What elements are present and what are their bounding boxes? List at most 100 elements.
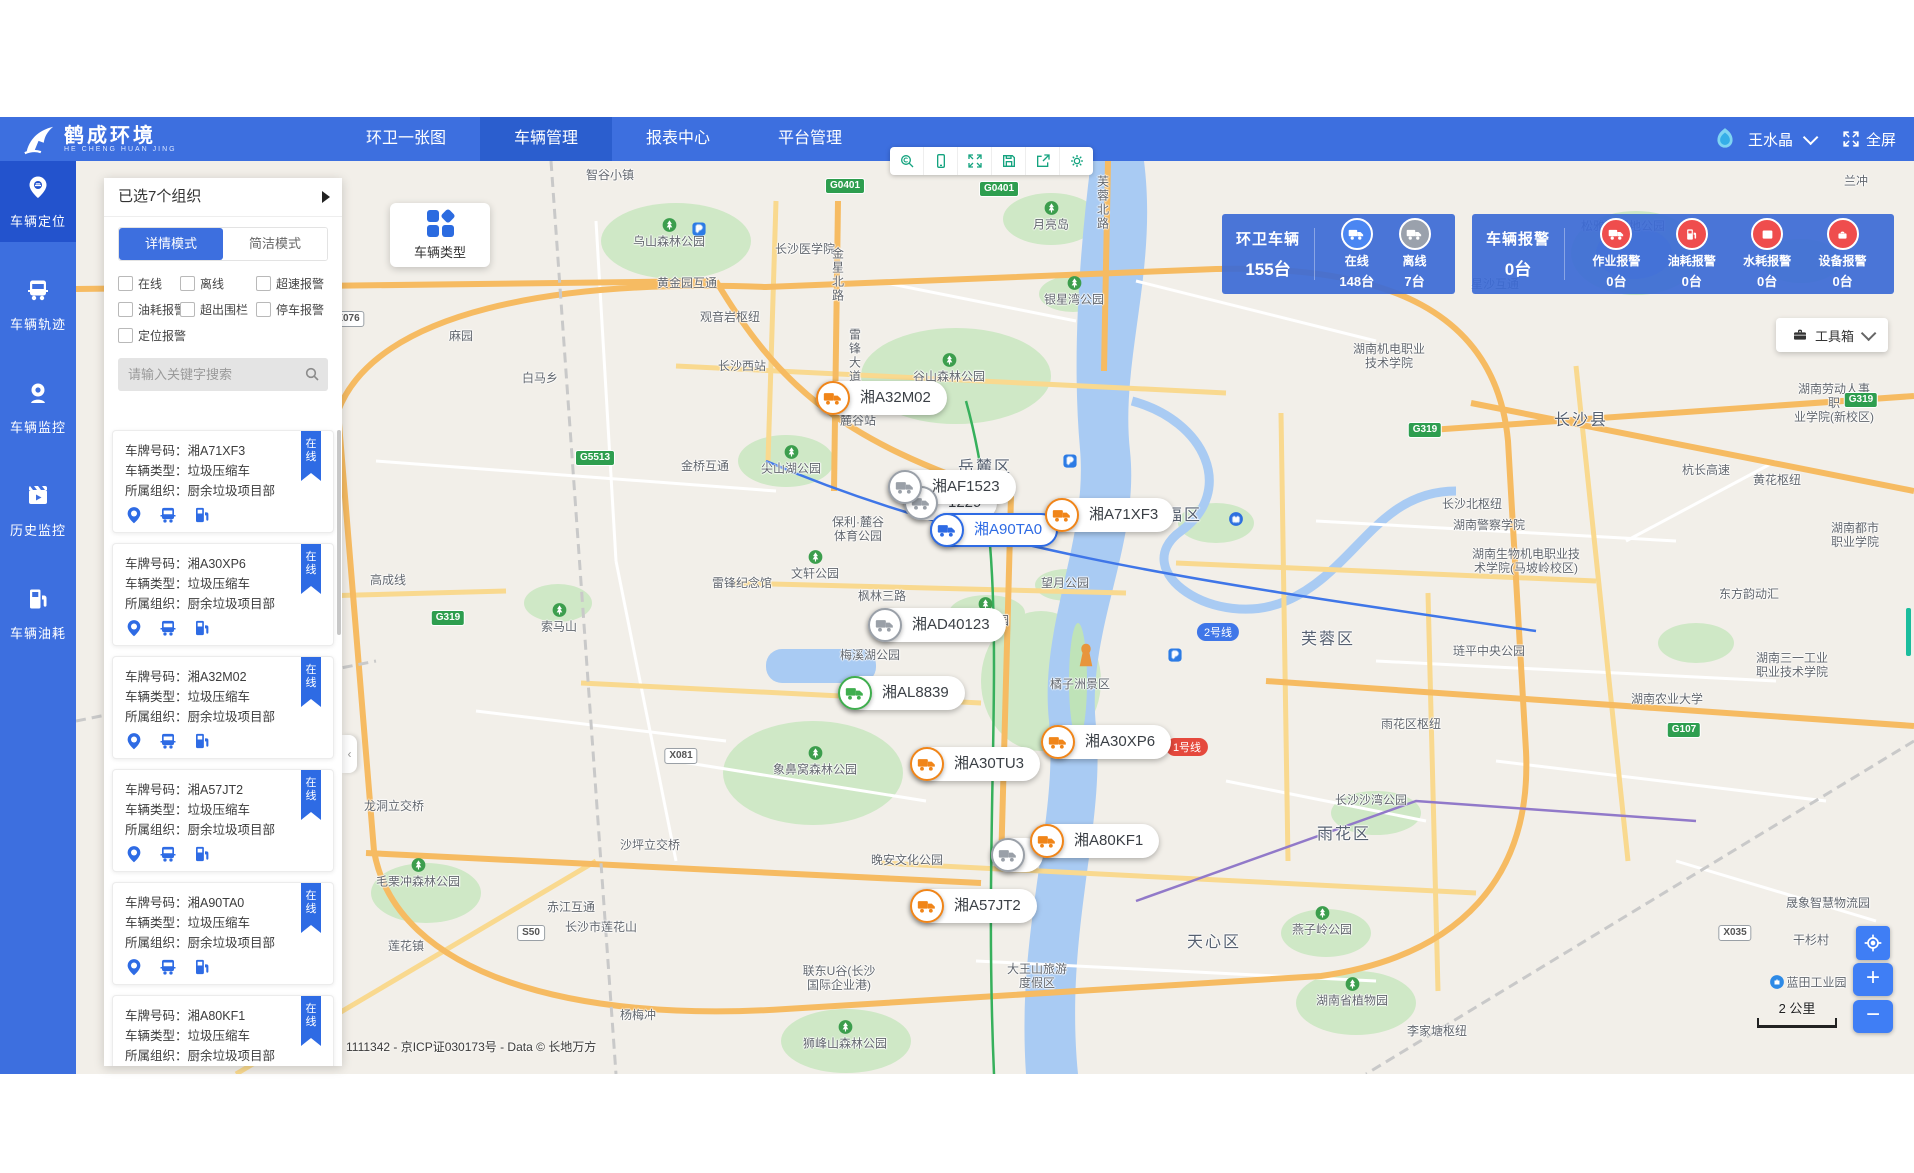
mode-tab[interactable]: 简洁模式 xyxy=(223,228,327,260)
save-icon[interactable] xyxy=(992,147,1026,175)
fullscreen-button[interactable]: 全屏 xyxy=(1842,129,1896,150)
locate-button[interactable] xyxy=(1856,926,1890,960)
fleet-label: 环卫车辆 xyxy=(1222,228,1314,249)
fuel-icon[interactable] xyxy=(193,732,211,755)
track-icon[interactable] xyxy=(159,732,177,755)
fuel-icon[interactable] xyxy=(193,619,211,642)
road-shield: S50 xyxy=(517,925,545,941)
stat-label: 在线 xyxy=(1345,252,1369,269)
filter-option[interactable]: 超速报警 xyxy=(256,275,340,292)
export-icon[interactable] xyxy=(1026,147,1060,175)
truck-icon xyxy=(910,747,944,781)
vehicle-card[interactable]: 车牌号码：湘A30XP6车辆类型：垃圾压缩车所属组织：厨余垃圾项目部在线 xyxy=(112,543,334,646)
nav-item[interactable]: 车辆管理 xyxy=(480,117,612,161)
fuel-icon[interactable] xyxy=(193,958,211,981)
sidebar-item-pin[interactable]: 车辆定位 xyxy=(0,161,76,242)
road-shield: G319 xyxy=(1844,392,1878,408)
filter-option[interactable]: 在线 xyxy=(118,275,180,292)
track-icon[interactable] xyxy=(159,506,177,529)
map-label-text: 李家塘枢纽 xyxy=(1407,1024,1467,1038)
edge-scrollbar[interactable] xyxy=(1906,608,1911,656)
track-icon[interactable] xyxy=(159,958,177,981)
search-input[interactable] xyxy=(118,358,328,391)
checkbox[interactable] xyxy=(256,276,271,291)
logo-title: 鹤成环境 xyxy=(64,126,177,146)
sidebar-item-video[interactable]: 历史监控 xyxy=(0,470,76,551)
settings-icon[interactable] xyxy=(1060,147,1093,175)
vehicle-card[interactable]: 车牌号码：湘A32M02车辆类型：垃圾压缩车所属组织：厨余垃圾项目部在线 xyxy=(112,656,334,759)
sidebar-item-label: 车辆监控 xyxy=(10,417,66,436)
nav-item[interactable]: 报表中心 xyxy=(612,117,744,161)
filter-label: 离线 xyxy=(200,275,224,292)
map-label-text: 琏平中央公园 xyxy=(1453,644,1525,658)
vehicle-card[interactable]: 车牌号码：湘A71XF3车辆类型：垃圾压缩车所属组织：厨余垃圾项目部在线 xyxy=(112,430,334,533)
locate-icon[interactable] xyxy=(125,619,143,642)
map-label: 赤江互通 xyxy=(547,900,595,914)
locate-icon[interactable] xyxy=(125,845,143,868)
vehicle-actions xyxy=(125,732,321,755)
fuel-icon[interactable] xyxy=(193,845,211,868)
map-label-text: 大王山旅游 度假区 xyxy=(1007,962,1067,990)
mode-tab[interactable]: 详情模式 xyxy=(119,228,223,260)
zoom-out-button[interactable]: − xyxy=(1853,1000,1893,1033)
sidebar-item-bus[interactable]: 车辆轨迹 xyxy=(0,264,76,345)
zoom-in-button[interactable]: + xyxy=(1853,963,1893,996)
vehicle-card[interactable]: 车牌号码：湘A90TA0车辆类型：垃圾压缩车所属组织：厨余垃圾项目部在线 xyxy=(112,882,334,985)
map-label: 长沙县 xyxy=(1554,414,1608,428)
map-label-text: 长沙沙湾公园 xyxy=(1335,793,1407,807)
stat-item: 水耗报警0台 xyxy=(1743,218,1791,290)
checkbox[interactable] xyxy=(118,276,133,291)
checkbox[interactable] xyxy=(118,302,133,317)
toolbox-button[interactable]: 工具箱 xyxy=(1776,318,1888,352)
panel-collapse-handle[interactable]: ‹ xyxy=(342,735,357,773)
locate-icon[interactable] xyxy=(125,506,143,529)
track-icon[interactable] xyxy=(159,845,177,868)
user-avatar[interactable] xyxy=(1712,126,1738,152)
map-scale: 2 公里 xyxy=(1757,998,1837,1028)
filter-option[interactable]: 定位报警 xyxy=(118,327,180,344)
vehicle-card[interactable]: 车牌号码：湘A57JT2车辆类型：垃圾压缩车所属组织：厨余垃圾项目部在线 xyxy=(112,769,334,872)
area-search-icon[interactable] xyxy=(890,147,924,175)
user-name[interactable]: 王水晶 xyxy=(1748,129,1793,150)
map-label-text: 月亮岛 xyxy=(1033,218,1069,232)
device-icon xyxy=(1827,218,1859,250)
checkbox[interactable] xyxy=(180,302,195,317)
nav-item[interactable]: 环卫一张图 xyxy=(332,117,480,161)
vehicle-type-button[interactable]: 车辆类型 xyxy=(390,203,490,267)
map-canvas[interactable]: 岳麓区开福区芙蓉区雨花区天心区长沙县智谷小镇乌山森林公园长沙医学院黄金园互通观音… xyxy=(76,161,1914,1074)
vehicle-list[interactable]: 车牌号码：湘A71XF3车辆类型：垃圾压缩车所属组织：厨余垃圾项目部在线车牌号码… xyxy=(104,418,342,1066)
filter-option[interactable]: 超出围栏 xyxy=(180,301,256,318)
locate-icon[interactable] xyxy=(125,958,143,981)
track-icon[interactable] xyxy=(159,619,177,642)
checkbox[interactable] xyxy=(118,328,133,343)
vehicle-card[interactable]: 车牌号码：湘A80KF1车辆类型：垃圾压缩车所属组织：厨余垃圾项目部在线 xyxy=(112,995,334,1066)
map-label-text: 莲花镇 xyxy=(388,939,424,953)
filter-option[interactable]: 停车报警 xyxy=(256,301,340,318)
org-selector[interactable]: 已选7个组织 xyxy=(104,178,342,217)
expand-arrow-icon[interactable] xyxy=(322,191,330,203)
checkbox[interactable] xyxy=(180,276,195,291)
filter-option[interactable]: 离线 xyxy=(180,275,256,292)
road-shield: G319 xyxy=(431,610,465,626)
fullscreen-icon[interactable] xyxy=(958,147,992,175)
park-icon xyxy=(551,603,566,618)
fuel-icon[interactable] xyxy=(193,506,211,529)
nav-item[interactable]: 平台管理 xyxy=(744,117,876,161)
map-label: 观音岩枢纽 xyxy=(700,310,760,324)
locate-icon[interactable] xyxy=(125,732,143,755)
map-label: 银星湾公园 xyxy=(1044,276,1104,307)
device-icon[interactable] xyxy=(924,147,958,175)
truck-icon xyxy=(868,608,902,642)
metro-line-badge: 2号线 xyxy=(1197,623,1239,641)
vehicle-plate: 车牌号码：湘A32M02 xyxy=(125,667,321,687)
chevron-down-icon[interactable] xyxy=(1803,129,1819,145)
sidebar-item-camera[interactable]: 车辆监控 xyxy=(0,367,76,448)
list-scrollbar[interactable] xyxy=(337,430,341,635)
map-label: 湖南机电职业 技术学院 xyxy=(1353,342,1425,370)
stat-count: 0台 xyxy=(1682,271,1702,290)
map-label-text: 高成线 xyxy=(370,573,406,587)
filter-option[interactable]: 油耗报警 xyxy=(118,301,180,318)
sidebar-item-fuel[interactable]: 车辆油耗 xyxy=(0,573,76,654)
search-icon[interactable] xyxy=(304,366,320,387)
checkbox[interactable] xyxy=(256,302,271,317)
